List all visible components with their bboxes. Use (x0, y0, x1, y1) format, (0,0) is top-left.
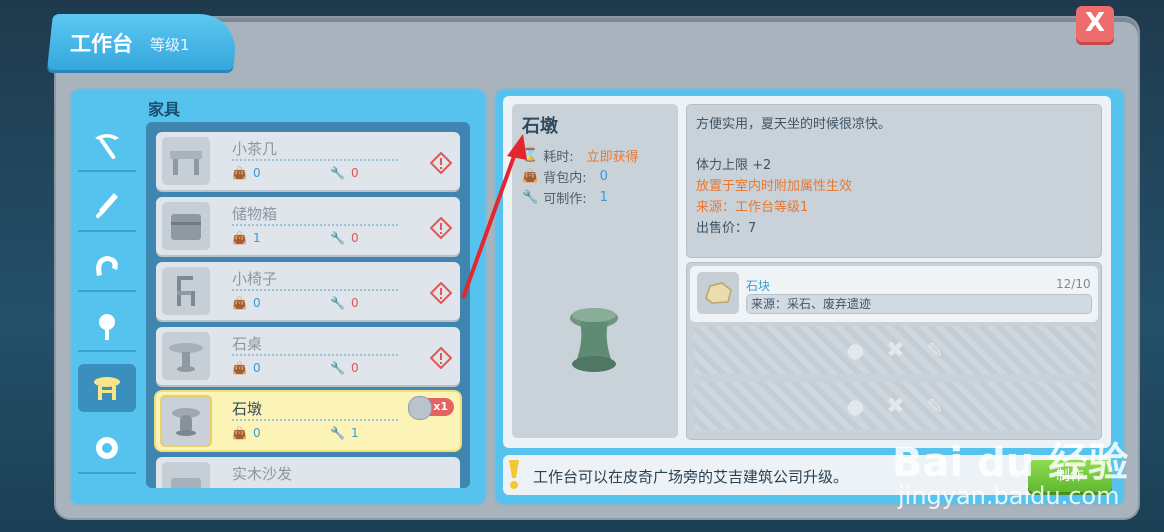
annotation-arrow (461, 134, 527, 299)
category-furniture[interactable] (78, 364, 136, 412)
sword-icon (95, 193, 118, 219)
storage-box-icon (171, 214, 201, 240)
item-bag-count: 👜 1 (232, 231, 261, 245)
apple-icon: ● (846, 394, 865, 418)
category-decor[interactable] (78, 302, 136, 352)
wrench-icon: 🔧 (330, 166, 345, 180)
item-divider (232, 289, 398, 291)
flower-icon (99, 314, 115, 340)
item-thumbnail (162, 202, 210, 250)
recipe-item[interactable]: 小茶几 👜 0 🔧 0 (156, 132, 460, 190)
recipe-item-selected[interactable]: 石墩 👜 0 🔧 1 x1 (156, 392, 460, 450)
effect-note: 放置于室内时附加属性生效 (696, 179, 853, 194)
material-thumbnail (697, 272, 739, 314)
pickaxe-icon (95, 134, 119, 160)
bag-icon: 👜 (232, 231, 247, 245)
empty-material-slot: ● ✖ ✎ (694, 326, 1096, 374)
cross-icon: ✖ (886, 337, 905, 363)
item-thumbnail (162, 462, 210, 488)
wrench-icon: 🔧 (330, 231, 345, 245)
item-craft-count: 🔧 0 (330, 166, 359, 180)
recipe-item[interactable]: 小椅子 👜 0 🔧 0 (156, 262, 460, 320)
stone-icon (705, 282, 732, 304)
wrench-icon: ✎ (926, 394, 944, 418)
item-name: 石墩 (232, 400, 263, 418)
material-source: 来源：采石、废弃遗迹 (746, 294, 1092, 314)
item-name: 小茶几 (232, 140, 278, 158)
material-name: 石块 (746, 279, 771, 293)
stat-bonus: 体力上限 +2 (696, 158, 772, 173)
warning-icon (430, 282, 452, 304)
item-thumbnail (162, 267, 210, 315)
bag-icon: 👜 (232, 166, 247, 180)
apple-icon: ● (846, 338, 865, 362)
empty-material-slot: ● ✖ ✎ (694, 382, 1096, 430)
item-craft-count: 🔧 0 (330, 296, 359, 310)
category-tools[interactable] (78, 122, 136, 172)
wrench-icon: 🔧 (330, 296, 345, 310)
item-thumbnail (162, 332, 210, 380)
category-title: 家具 (148, 100, 181, 119)
item-thumbnail (160, 395, 212, 447)
item-bag-count: 👜 0 (232, 361, 261, 375)
item-divider (232, 159, 398, 161)
bag-icon: 👜 (232, 361, 247, 375)
exclamation-icon (509, 460, 519, 489)
source-note: 来源：工作台等级1 (696, 200, 809, 215)
wrench-icon: 🔧 (330, 426, 345, 440)
item-bag-count: 👜 0 (232, 296, 261, 310)
tip-text: 工作台可以在皮奇广场旁的艾吉建筑公司升级。 (533, 468, 849, 486)
description-text: 方便实用，夏天坐的时候很凉快。 (696, 117, 892, 132)
baidu-watermark-logo: Bai du 经验 (892, 440, 1129, 486)
recipe-item[interactable]: 石桌 👜 0 🔧 0 (156, 327, 460, 385)
bag-icon: 👜 (232, 296, 247, 310)
item-name: 石桌 (232, 335, 263, 353)
workbench-level: 等级1 (150, 36, 190, 54)
category-accessories[interactable] (78, 242, 136, 292)
detail-time: ⌛ 耗时: 立即获得 (522, 148, 639, 165)
furniture-icon (94, 377, 120, 400)
category-misc[interactable] (78, 424, 136, 474)
wrench-icon: 🔧 (330, 361, 345, 375)
recipe-item[interactable]: 储物箱 👜 1 🔧 0 (156, 197, 460, 255)
item-name: 小椅子 (232, 270, 278, 288)
item-name: 实木沙发 (232, 465, 293, 483)
chair-icon (177, 276, 195, 306)
item-thumbnail (162, 137, 210, 185)
recipe-item[interactable]: 实木沙发 (156, 457, 460, 488)
item-craft-count: 🔧 0 (330, 361, 359, 375)
category-weapons[interactable] (78, 182, 136, 232)
bag-icon: 👜 (232, 426, 247, 440)
stone-stool-icon (172, 408, 200, 436)
recipe-list[interactable]: 小茶几 👜 0 🔧 0 储物箱 👜 1 🔧 0 小椅子 👜 0 🔧 0 石桌 👜 0 (146, 122, 470, 488)
gear-icon (96, 437, 118, 459)
close-button[interactable]: X (1076, 6, 1114, 42)
item-bag-count: 👜 0 (232, 426, 261, 440)
stone-stool-preview (570, 308, 618, 372)
item-name: 储物箱 (232, 205, 278, 223)
wrench-icon: ✎ (926, 338, 944, 362)
stone-table-icon (169, 343, 203, 372)
item-divider (232, 419, 398, 421)
item-divider (232, 354, 398, 356)
sell-price: 出售价：7 (696, 221, 757, 236)
baidu-watermark-url: jingyan.baidu.com (898, 482, 1120, 510)
warning-icon (430, 152, 452, 174)
item-craft-count: 🔧 1 (330, 426, 359, 440)
item-bag-count: 👜 0 (232, 166, 261, 180)
tea-table-icon (170, 151, 202, 175)
warning-icon (430, 217, 452, 239)
cross-icon: ✖ (886, 393, 905, 419)
sofa-icon (171, 478, 201, 488)
window-title: 工作台 (70, 32, 133, 56)
material-icon (408, 396, 432, 420)
warning-icon (430, 347, 452, 369)
item-craft-count: 🔧 0 (330, 231, 359, 245)
item-divider (232, 224, 398, 226)
material-count: 12/10 (1056, 277, 1091, 291)
horseshoe-icon (96, 256, 118, 276)
